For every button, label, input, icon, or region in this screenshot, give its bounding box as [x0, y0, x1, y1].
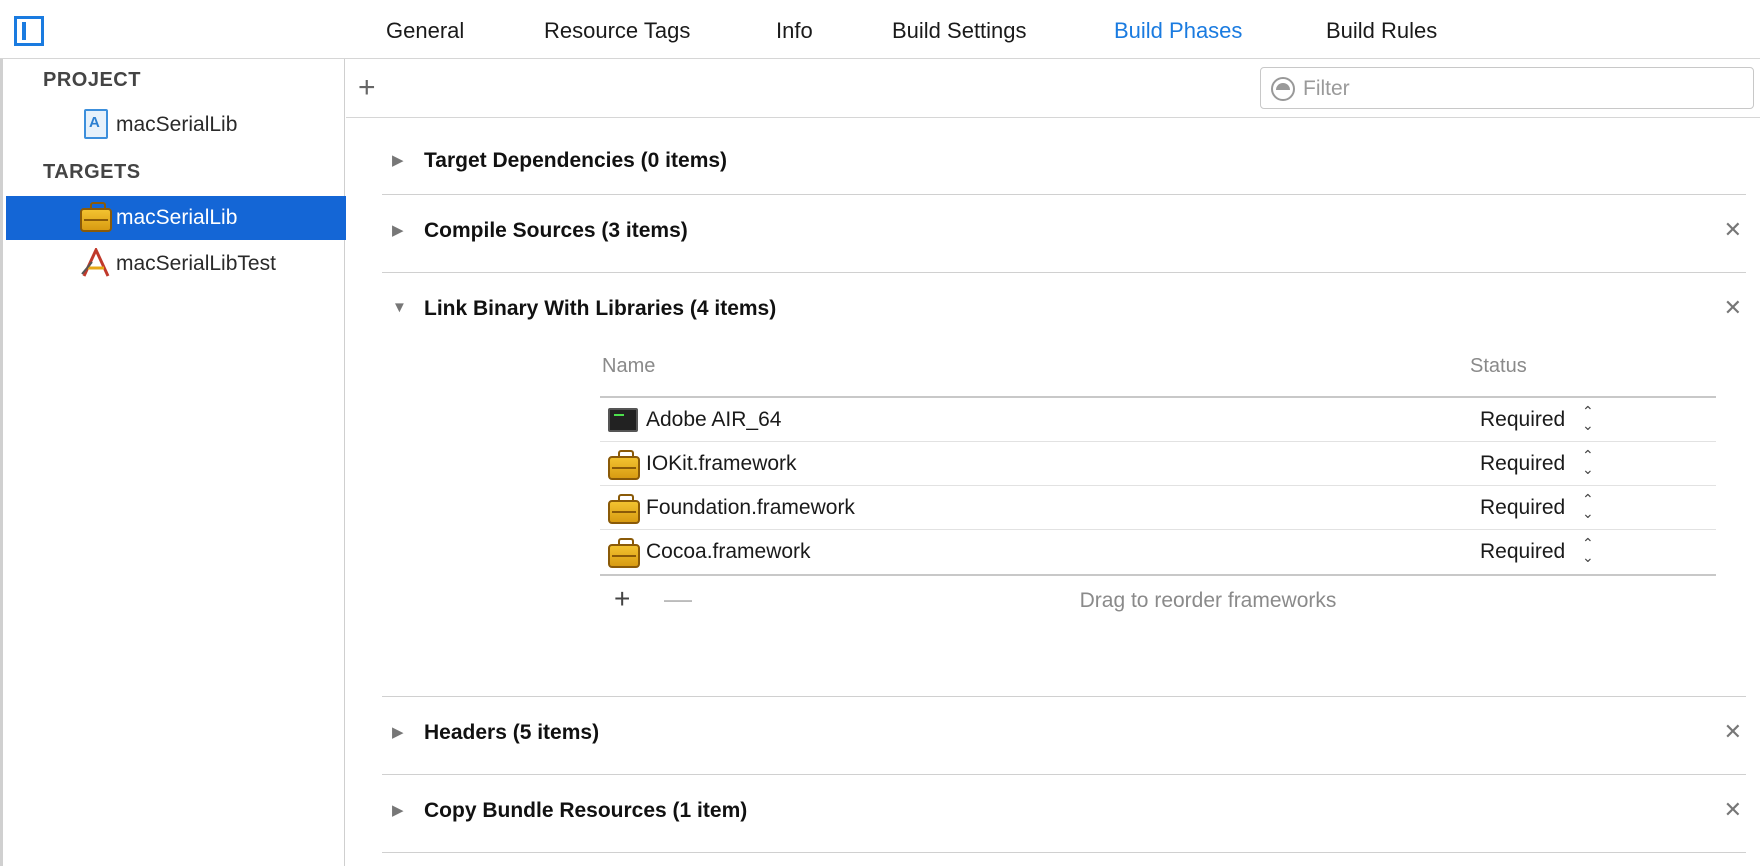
project-section-header: PROJECT — [43, 69, 141, 91]
phase-title: Copy Bundle Resources (1 item) — [424, 799, 748, 822]
phase-title: Link Binary With Libraries (4 items) — [424, 297, 777, 320]
disclosure-triangle-icon[interactable]: ▶ — [392, 723, 404, 741]
status-popup[interactable]: Required — [1480, 496, 1565, 520]
toolbox-icon — [608, 494, 640, 524]
library-name: Cocoa.framework — [646, 540, 811, 563]
filter-input[interactable] — [1303, 76, 1733, 102]
sidebar-item-label: macSerialLib — [116, 113, 238, 136]
table-row[interactable]: Foundation.framework Required ⌃ ⌄ — [600, 486, 1716, 530]
disclosure-triangle-icon[interactable]: ▶ — [392, 801, 404, 819]
toolbox-icon — [80, 202, 112, 232]
close-icon[interactable]: ✕ — [1724, 797, 1742, 823]
filter-field[interactable] — [1260, 67, 1754, 109]
close-icon[interactable]: ✕ — [1724, 295, 1742, 321]
libraries-footer: + — Drag to reorder frameworks — [600, 575, 1716, 625]
reorder-hint: Drag to reorder frameworks — [1079, 589, 1337, 612]
phase-title: Target Dependencies (0 items) — [424, 149, 728, 172]
library-name: IOKit.framework — [646, 452, 797, 475]
toolbox-icon — [608, 538, 640, 568]
phases-toolbar: + — [346, 59, 1760, 118]
add-build-phase-button[interactable]: + — [358, 71, 376, 105]
sidebar-item-target-macseriallib[interactable]: macSerialLib — [6, 196, 346, 240]
filter-icon — [1271, 77, 1295, 101]
table-row[interactable]: IOKit.framework Required ⌃ ⌄ — [600, 442, 1716, 486]
build-phases-editor: + ▶ Target Dependencies (0 items) ▶ Comp… — [346, 59, 1760, 866]
phase-title: Compile Sources (3 items) — [424, 219, 688, 242]
status-popup[interactable]: Required — [1480, 540, 1565, 564]
phase-copy-bundle-resources[interactable]: ▶ Copy Bundle Resources (1 item) ✕ — [382, 775, 1746, 853]
disclosure-triangle-icon[interactable]: ▶ — [392, 151, 404, 169]
column-header-status[interactable]: Status — [1470, 355, 1527, 378]
chevron-updown-icon[interactable]: ⌃ ⌄ — [1582, 448, 1594, 476]
library-name: Adobe AIR_64 — [646, 408, 782, 431]
tab-build-settings[interactable]: Build Settings — [892, 18, 1027, 44]
project-file-icon — [84, 109, 108, 139]
table-row[interactable]: Adobe AIR_64 Required ⌃ ⌄ — [600, 398, 1716, 442]
tab-info[interactable]: Info — [776, 18, 813, 44]
tab-resource-tags[interactable]: Resource Tags — [544, 18, 690, 44]
sidebar-toggle-icon[interactable] — [14, 16, 44, 46]
targets-section-header: TARGETS — [43, 161, 141, 183]
project-sidebar: PROJECT macSerialLib TARGETS macSerialLi… — [0, 59, 346, 866]
disclosure-triangle-icon[interactable]: ▶ — [392, 221, 404, 239]
tab-build-rules[interactable]: Build Rules — [1326, 18, 1437, 44]
phase-compile-sources[interactable]: ▶ Compile Sources (3 items) ✕ — [382, 195, 1746, 273]
close-icon[interactable]: ✕ — [1724, 719, 1742, 745]
phase-headers[interactable]: ▶ Headers (5 items) ✕ — [382, 697, 1746, 775]
libraries-table: Adobe AIR_64 Required ⌃ ⌄ IOKit.framework… — [600, 396, 1716, 576]
tab-general[interactable]: General — [386, 18, 464, 44]
sidebar-item-project[interactable]: macSerialLib — [6, 103, 346, 147]
sidebar-item-label: macSerialLibTest — [116, 252, 276, 275]
tab-bar: General Resource Tags Info Build Setting… — [0, 0, 1760, 59]
chevron-updown-icon[interactable]: ⌃ ⌄ — [1582, 536, 1594, 564]
phase-title: Headers (5 items) — [424, 721, 600, 744]
tab-build-phases[interactable]: Build Phases — [1114, 18, 1242, 44]
close-icon[interactable]: ✕ — [1724, 217, 1742, 243]
sidebar-item-target-macseriallibtest[interactable]: macSerialLibTest — [6, 242, 346, 286]
phase-target-dependencies[interactable]: ▶ Target Dependencies (0 items) — [382, 131, 1746, 195]
column-header-name[interactable]: Name — [602, 355, 655, 378]
chevron-updown-icon[interactable]: ⌃ ⌄ — [1582, 404, 1594, 432]
app-icon — [81, 248, 110, 277]
sidebar-item-label: macSerialLib — [116, 206, 238, 229]
status-popup[interactable]: Required — [1480, 452, 1565, 476]
status-popup[interactable]: Required — [1480, 408, 1565, 432]
table-row[interactable]: Cocoa.framework Required ⌃ ⌄ — [600, 530, 1716, 574]
toolbox-icon — [608, 450, 640, 480]
disclosure-triangle-icon[interactable]: ▼ — [392, 299, 407, 316]
chevron-updown-icon[interactable]: ⌃ ⌄ — [1582, 492, 1594, 520]
terminal-icon — [608, 408, 638, 432]
library-name: Foundation.framework — [646, 496, 855, 519]
